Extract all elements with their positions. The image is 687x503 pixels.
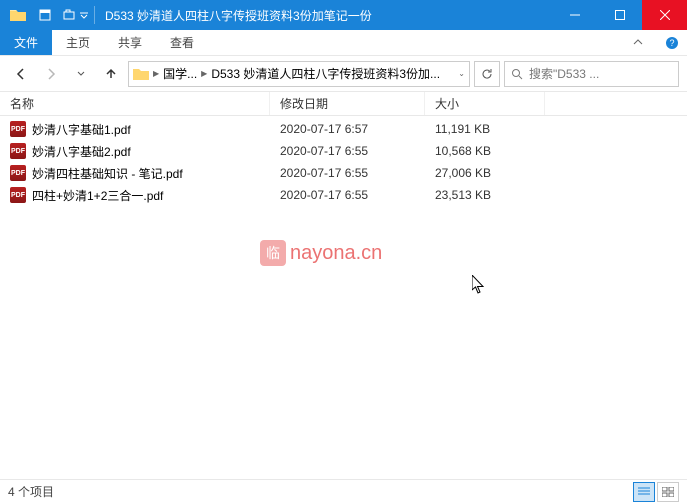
column-size[interactable]: 大小	[425, 92, 545, 115]
pdf-icon: PDF	[10, 143, 26, 159]
list-item[interactable]: PDF 妙清四柱基础知识 - 笔记.pdf 2020-07-17 6:55 27,…	[0, 162, 687, 184]
cursor-icon	[472, 275, 488, 295]
pdf-icon: PDF	[10, 165, 26, 181]
file-name: 妙清八字基础2.pdf	[32, 143, 131, 160]
column-date[interactable]: 修改日期	[270, 92, 425, 115]
watermark-text: nayona.cn	[290, 242, 382, 265]
close-button[interactable]	[642, 0, 687, 30]
status-item-count: 4 个项目	[8, 483, 54, 500]
tab-share[interactable]: 共享	[104, 30, 156, 55]
navbar: ▶ 国学... ▶ D533 妙清道人四柱八字传授班资料3份加... ⌄ 搜索"…	[0, 56, 687, 92]
search-placeholder: 搜索"D533 ...	[529, 65, 599, 82]
chevron-right-icon[interactable]: ▶	[153, 69, 159, 78]
view-details-button[interactable]	[633, 482, 655, 502]
svg-text:?: ?	[669, 38, 674, 48]
pdf-icon: PDF	[10, 187, 26, 203]
list-item[interactable]: PDF 妙清八字基础1.pdf 2020-07-17 6:57 11,191 KB	[0, 118, 687, 140]
search-icon	[511, 68, 523, 80]
file-list: PDF 妙清八字基础1.pdf 2020-07-17 6:57 11,191 KB…	[0, 116, 687, 208]
nav-recent-icon[interactable]	[68, 61, 94, 87]
folder-icon	[133, 67, 149, 81]
qat-properties-icon[interactable]	[34, 4, 56, 26]
chevron-right-icon[interactable]: ▶	[201, 69, 207, 78]
file-size: 23,513 KB	[425, 188, 545, 202]
file-date: 2020-07-17 6:55	[270, 166, 425, 180]
list-item[interactable]: PDF 四柱+妙清1+2三合一.pdf 2020-07-17 6:55 23,51…	[0, 184, 687, 206]
file-name: 四柱+妙清1+2三合一.pdf	[32, 187, 163, 204]
file-name: 妙清八字基础1.pdf	[32, 121, 131, 138]
file-size: 10,568 KB	[425, 144, 545, 158]
list-item[interactable]: PDF 妙清八字基础2.pdf 2020-07-17 6:55 10,568 KB	[0, 140, 687, 162]
tab-file[interactable]: 文件	[0, 30, 52, 55]
titlebar: D533 妙清道人四柱八字传授班资料3份加笔记一份	[0, 0, 687, 30]
search-input[interactable]: 搜索"D533 ...	[504, 61, 679, 87]
quick-access-toolbar	[34, 4, 80, 26]
folder-icon	[10, 8, 26, 22]
nav-up-button[interactable]	[98, 61, 124, 87]
watermark: 临 nayona.cn	[260, 240, 382, 266]
titlebar-divider	[94, 6, 95, 24]
file-size: 11,191 KB	[425, 122, 545, 136]
pdf-icon: PDF	[10, 121, 26, 137]
nav-back-button[interactable]	[8, 61, 34, 87]
window-title: D533 妙清道人四柱八字传授班资料3份加笔记一份	[101, 7, 552, 24]
window-buttons	[552, 0, 687, 30]
statusbar: 4 个项目	[0, 479, 687, 503]
breadcrumb-segment[interactable]: 国学...	[163, 65, 197, 82]
file-name: 妙清四柱基础知识 - 笔记.pdf	[32, 165, 183, 182]
qat-newfolder-icon[interactable]	[58, 4, 80, 26]
tab-home[interactable]: 主页	[52, 30, 104, 55]
maximize-button[interactable]	[597, 0, 642, 30]
tab-view[interactable]: 查看	[156, 30, 208, 55]
breadcrumb-segment[interactable]: D533 妙清道人四柱八字传授班资料3份加...	[211, 65, 440, 82]
view-icons-button[interactable]	[657, 482, 679, 502]
refresh-button[interactable]	[474, 61, 500, 87]
nav-forward-button[interactable]	[38, 61, 64, 87]
watermark-icon: 临	[260, 240, 286, 266]
file-date: 2020-07-17 6:55	[270, 144, 425, 158]
address-bar[interactable]: ▶ 国学... ▶ D533 妙清道人四柱八字传授班资料3份加... ⌄	[128, 61, 470, 87]
help-button[interactable]: ?	[657, 30, 687, 55]
minimize-button[interactable]	[552, 0, 597, 30]
ribbon: 文件 主页 共享 查看 ?	[0, 30, 687, 56]
ribbon-expand-icon[interactable]	[619, 30, 657, 55]
view-switcher	[633, 482, 679, 502]
file-size: 27,006 KB	[425, 166, 545, 180]
column-headers: 名称 修改日期 大小	[0, 92, 687, 116]
column-name[interactable]: 名称	[0, 92, 270, 115]
chevron-down-icon[interactable]: ⌄	[458, 69, 465, 78]
file-date: 2020-07-17 6:55	[270, 188, 425, 202]
qat-customize-icon[interactable]	[80, 6, 88, 24]
file-date: 2020-07-17 6:57	[270, 122, 425, 136]
